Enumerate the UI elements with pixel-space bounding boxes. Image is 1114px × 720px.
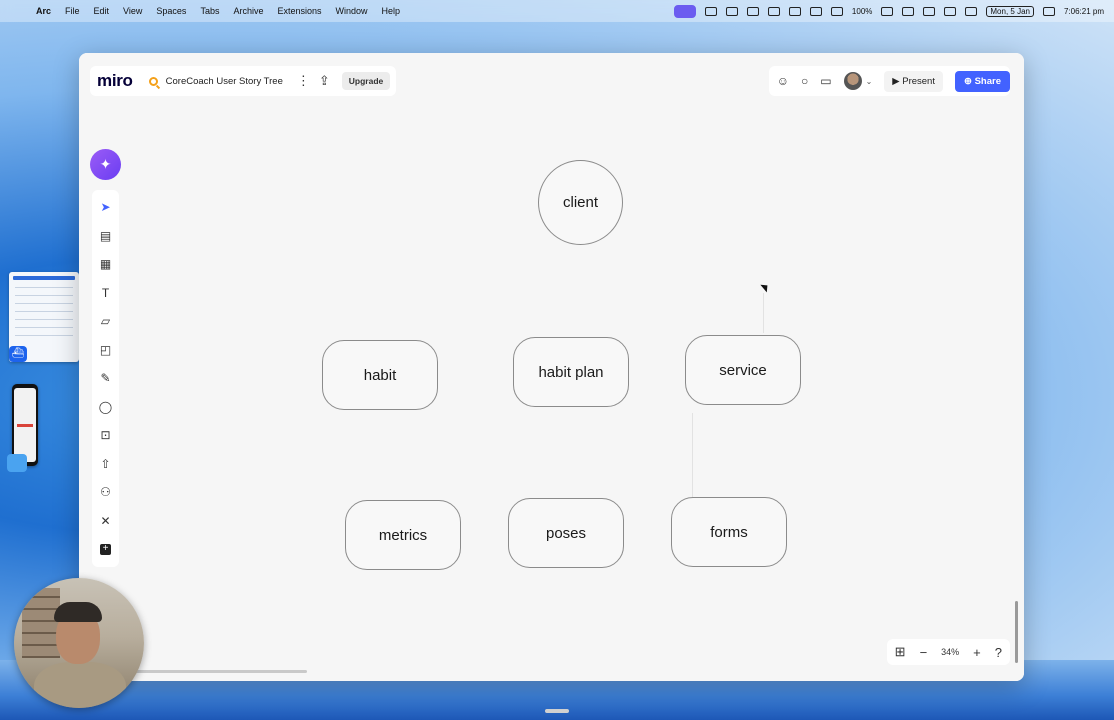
present-button[interactable]: ▶ Present [884, 70, 943, 92]
miro-logo[interactable]: miro [97, 71, 133, 91]
control-center-icon[interactable] [1042, 6, 1055, 16]
zoom-controls: ⊞ − 34% + ? [886, 639, 1010, 665]
wifi-icon[interactable] [902, 6, 915, 16]
window-handle[interactable] [545, 709, 569, 713]
comment-icon[interactable]: ◯ [92, 393, 119, 422]
phone-red-bar [17, 424, 33, 427]
equalizer-icon[interactable] [830, 6, 843, 16]
menu-tabs[interactable]: Tabs [200, 6, 219, 16]
board-canvas[interactable]: client habit habit plan service metrics … [79, 53, 1024, 681]
menubar-status-area: 100% Mon, 5 Jan 7:06:21 pm [673, 0, 1104, 22]
export-icon[interactable]: ⇪ [319, 73, 330, 89]
node-habit[interactable]: habit [322, 340, 438, 410]
add-more-icon[interactable]: + [92, 535, 119, 564]
node-metrics[interactable]: metrics [345, 500, 461, 570]
webcam-overlay[interactable] [14, 578, 144, 708]
node-service[interactable]: service [685, 335, 801, 405]
video-call-icon[interactable]: ▭ [820, 74, 831, 88]
menu-extra-icon[interactable] [788, 6, 801, 16]
mind-map-icon[interactable]: ⚇ [92, 478, 119, 507]
creation-toolbar: ➤ ▤ ▦ T ▱ ◰ ✎ ◯ ⊡ ⇧ ⚇ ✕ + [92, 190, 119, 567]
zoom-level[interactable]: 34% [941, 647, 959, 657]
thumbnail-content [15, 286, 73, 336]
miro-window: client habit habit plan service metrics … [79, 53, 1024, 681]
share-label: Share [974, 75, 1001, 87]
menu-file[interactable]: File [65, 6, 80, 16]
macos-menu-bar: Arc File Edit View Spaces Tabs Archive E… [0, 0, 1114, 22]
ai-assist-button[interactable]: ✦ [90, 149, 121, 180]
more-options-icon[interactable]: ⋮ [297, 73, 310, 89]
share-button[interactable]: ⊕ Share [954, 70, 1010, 92]
menu-view[interactable]: View [123, 6, 142, 16]
menubar-time[interactable]: 7:06:21 pm [1064, 7, 1104, 16]
menu-spaces[interactable]: Spaces [156, 6, 186, 16]
webcam-person-cap [54, 602, 102, 622]
play-icon[interactable] [965, 6, 978, 16]
menubar-date[interactable]: Mon, 5 Jan [986, 5, 1034, 17]
node-client[interactable]: client [538, 160, 623, 245]
select-tool-icon[interactable]: ➤ [92, 193, 119, 222]
webcam-background-shelf [22, 588, 60, 658]
bluetooth-icon[interactable] [923, 6, 936, 16]
zoom-in-icon[interactable]: + [973, 645, 981, 660]
board-header: miro CoreCoach User Story Tree ⋮ ⇪ Upgra… [90, 66, 397, 96]
chevron-down-icon[interactable]: ⌄ [866, 77, 873, 86]
table-icon[interactable]: ▦ [92, 250, 119, 279]
menu-help[interactable]: Help [382, 6, 401, 16]
menu-app-arc[interactable]: Arc [36, 6, 51, 16]
menu-window[interactable]: Window [336, 6, 368, 16]
drive-icon[interactable] [746, 6, 759, 16]
connector-line [763, 293, 764, 333]
apps-icon[interactable]: ✕ [92, 507, 119, 536]
finder-icon[interactable] [7, 454, 27, 472]
templates-icon[interactable]: ▤ [92, 222, 119, 251]
webcam-person-body [34, 662, 126, 708]
menu-extensions[interactable]: Extensions [277, 6, 321, 16]
collaboration-toolbar: ☺ ○ ▭ ⌄ ▶ Present ⊕ Share [768, 66, 1010, 96]
help-icon[interactable]: ? [995, 645, 1002, 660]
connector-line [692, 413, 693, 503]
pen-icon[interactable]: ✎ [92, 364, 119, 393]
node-habit-plan[interactable]: habit plan [513, 337, 629, 407]
vertical-scrollbar[interactable] [1015, 601, 1018, 663]
fit-to-screen-icon[interactable]: ⊞ [895, 644, 906, 660]
mouse-cursor [760, 281, 771, 293]
node-forms[interactable]: forms [671, 497, 787, 567]
present-label: Present [902, 75, 935, 87]
board-title[interactable]: CoreCoach User Story Tree [166, 76, 283, 87]
menu-archive[interactable]: Archive [233, 6, 263, 16]
apple-icon[interactable] [12, 6, 23, 17]
zoom-out-icon[interactable]: − [920, 645, 928, 660]
user-avatar[interactable] [843, 72, 862, 90]
sticky-note-icon[interactable]: ▱ [92, 307, 119, 336]
screen-record-icon[interactable] [673, 4, 696, 18]
status-icon[interactable] [704, 6, 717, 16]
horizontal-scrollbar[interactable] [129, 670, 307, 673]
display-icon[interactable] [944, 6, 957, 16]
battery-percent: 100% [851, 6, 873, 16]
menu-edit[interactable]: Edit [94, 6, 110, 16]
upload-icon[interactable]: ⇧ [92, 450, 119, 479]
battery-icon[interactable] [881, 6, 894, 16]
upgrade-button[interactable]: Upgrade [341, 72, 391, 90]
glasses-icon[interactable] [809, 6, 822, 16]
vpn-icon[interactable] [767, 6, 780, 16]
shapes-icon[interactable]: ◰ [92, 336, 119, 365]
text-tool-icon[interactable]: T [92, 279, 119, 308]
link-icon[interactable] [725, 6, 738, 16]
frame-icon[interactable]: ⊡ [92, 421, 119, 450]
chat-icon[interactable]: ○ [801, 74, 808, 88]
thumbnail-bar [13, 276, 75, 280]
search-icon[interactable] [148, 76, 158, 86]
reactions-icon[interactable]: ☺ [777, 74, 789, 88]
node-poses[interactable]: poses [508, 498, 624, 568]
docker-icon[interactable]: ⛴ [9, 346, 27, 362]
